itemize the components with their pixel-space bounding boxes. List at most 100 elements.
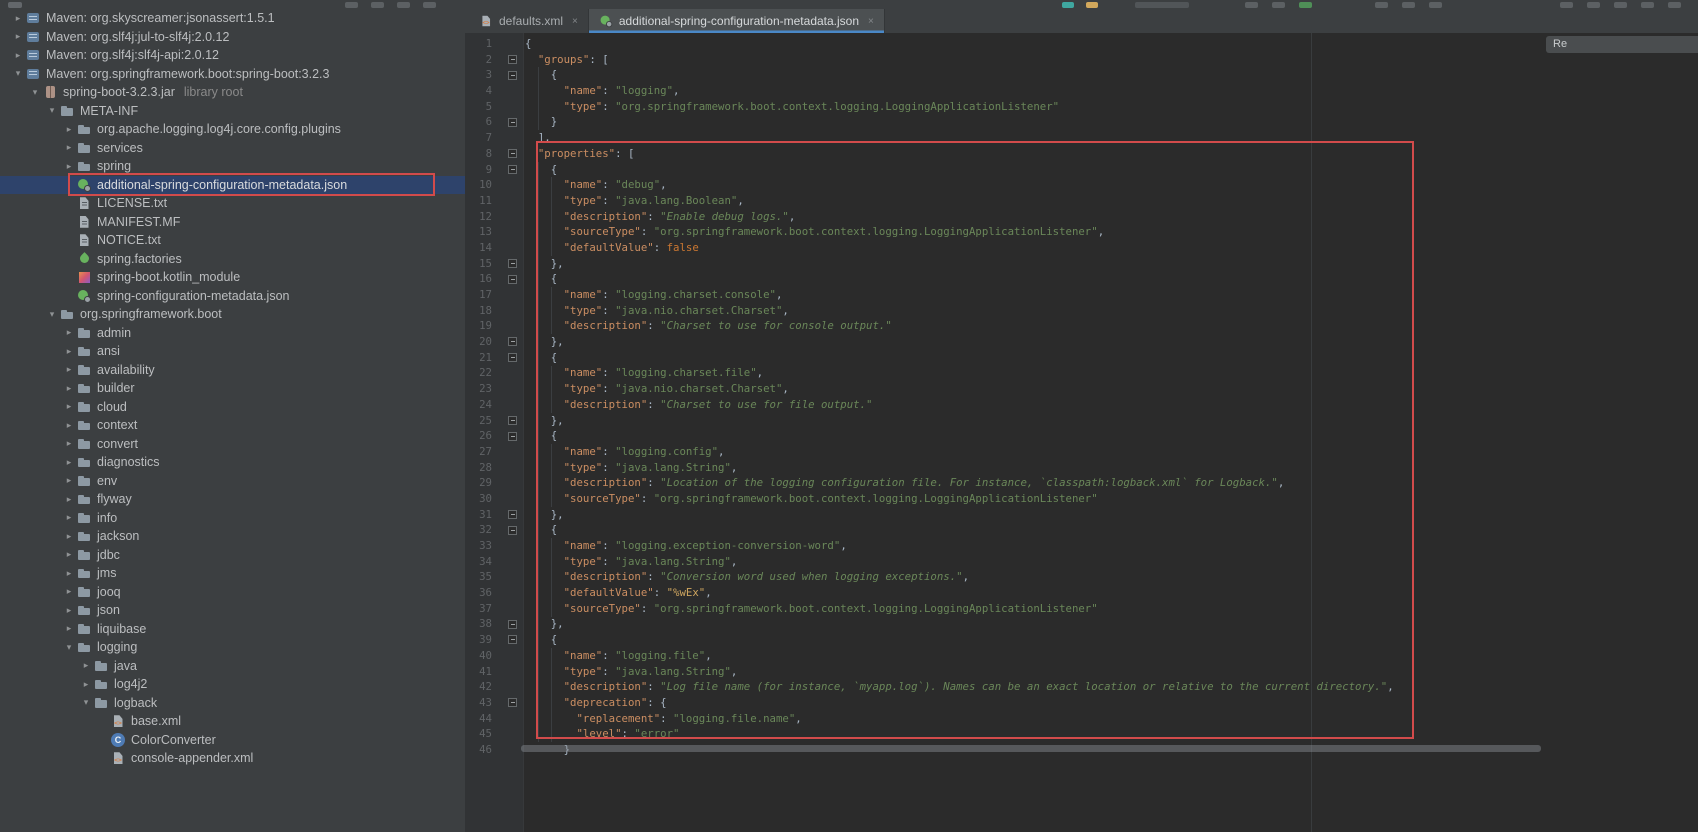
- code-line[interactable]: {: [525, 67, 1394, 83]
- fold-marker-icon[interactable]: [508, 509, 517, 519]
- toolbar-icon-fragment[interactable]: [1402, 2, 1415, 8]
- tree-item[interactable]: ▸ jdbc: [0, 546, 465, 565]
- chevron-down-icon[interactable]: ▾: [61, 642, 77, 653]
- chevron-right-icon[interactable]: ▸: [61, 142, 77, 153]
- fold-marker-icon[interactable]: [508, 55, 517, 65]
- code-line[interactable]: "name": "logging.exception-conversion-wo…: [525, 538, 1394, 554]
- code-line[interactable]: "description": "Charset to use for file …: [525, 397, 1394, 413]
- chevron-right-icon[interactable]: ▸: [61, 401, 77, 412]
- toolbar-icon-fragment[interactable]: [1560, 2, 1573, 8]
- chevron-right-icon[interactable]: ▸: [61, 383, 77, 394]
- tree-item[interactable]: spring-boot.kotlin_module: [0, 268, 465, 287]
- tree-item[interactable]: ▸ jackson: [0, 527, 465, 546]
- code-line[interactable]: "sourceType": "org.springframework.boot.…: [525, 224, 1394, 240]
- toolbar-icon-fragment[interactable]: [8, 2, 22, 8]
- toolbar-icon-fragment[interactable]: [1062, 2, 1074, 8]
- code-line[interactable]: "sourceType": "org.springframework.boot.…: [525, 601, 1394, 617]
- tree-item[interactable]: ▸ flyway: [0, 490, 465, 509]
- tree-item[interactable]: spring-configuration-metadata.json: [0, 287, 465, 306]
- tree-item[interactable]: ▸ admin: [0, 324, 465, 343]
- toolbar-icon-fragment[interactable]: [1668, 2, 1681, 8]
- code-line[interactable]: "groups": [: [525, 52, 1394, 68]
- chevron-right-icon[interactable]: ▸: [61, 124, 77, 135]
- tree-item[interactable]: ▾ META-INF: [0, 102, 465, 121]
- tree-item[interactable]: ▸ Maven: org.slf4j:jul-to-slf4j:2.0.12: [0, 28, 465, 47]
- tree-item[interactable]: ▸ Maven: org.slf4j:slf4j-api:2.0.12: [0, 46, 465, 65]
- chevron-right-icon[interactable]: ▸: [61, 346, 77, 357]
- tree-item[interactable]: ▾ logback: [0, 694, 465, 713]
- tree-item[interactable]: additional-spring-configuration-metadata…: [0, 175, 465, 194]
- chevron-right-icon[interactable]: ▸: [61, 457, 77, 468]
- code-line[interactable]: {: [525, 271, 1394, 287]
- tree-item[interactable]: ▸ jooq: [0, 583, 465, 602]
- code-line[interactable]: "level": "error": [525, 726, 1394, 742]
- code-line[interactable]: "name": "logging",: [525, 83, 1394, 99]
- toolbar-icon-fragment[interactable]: [1245, 2, 1258, 8]
- tree-item[interactable]: ▸ spring: [0, 157, 465, 176]
- tree-item[interactable]: ▾ org.springframework.boot: [0, 305, 465, 324]
- toolbar-icon-fragment[interactable]: [1135, 2, 1189, 8]
- code-line[interactable]: "name": "logging.config",: [525, 444, 1394, 460]
- code-line[interactable]: "type": "java.nio.charset.Charset",: [525, 381, 1394, 397]
- chevron-right-icon[interactable]: ▸: [61, 586, 77, 597]
- tree-item[interactable]: ▸ log4j2: [0, 675, 465, 694]
- tree-item[interactable]: ▸ json: [0, 601, 465, 620]
- code-line[interactable]: "defaultValue": "%wEx",: [525, 585, 1394, 601]
- code-line[interactable]: "type": "org.springframework.boot.contex…: [525, 99, 1394, 115]
- code-line[interactable]: "type": "java.lang.String",: [525, 664, 1394, 680]
- chevron-right-icon[interactable]: ▸: [10, 50, 26, 61]
- close-icon[interactable]: ×: [868, 16, 874, 27]
- tree-item[interactable]: ▾ Maven: org.springframework.boot:spring-…: [0, 65, 465, 84]
- code-line[interactable]: "replacement": "logging.file.name",: [525, 711, 1394, 727]
- code-line[interactable]: },: [525, 256, 1394, 272]
- toolbar-icon-fragment[interactable]: [1614, 2, 1627, 8]
- chevron-right-icon[interactable]: ▸: [61, 623, 77, 634]
- chevron-right-icon[interactable]: ▸: [61, 438, 77, 449]
- code-line[interactable]: {: [525, 162, 1394, 178]
- fold-marker-icon[interactable]: [508, 525, 517, 535]
- chevron-down-icon[interactable]: ▾: [27, 87, 43, 98]
- toolbar-icon-fragment[interactable]: [1375, 2, 1388, 8]
- chevron-right-icon[interactable]: ▸: [10, 13, 26, 24]
- tree-item[interactable]: LICENSE.txt: [0, 194, 465, 213]
- toolbar-icon-fragment[interactable]: [345, 2, 358, 8]
- toolbar-icon-fragment[interactable]: [1086, 2, 1098, 8]
- code-line[interactable]: "type": "java.lang.String",: [525, 554, 1394, 570]
- fold-marker-icon[interactable]: [508, 274, 517, 284]
- fold-marker-icon[interactable]: [508, 619, 517, 629]
- fold-marker-icon[interactable]: [508, 117, 517, 127]
- tree-item[interactable]: ▸ diagnostics: [0, 453, 465, 472]
- fold-marker-icon[interactable]: [508, 431, 517, 441]
- tree-item[interactable]: ▾ logging: [0, 638, 465, 657]
- code-line[interactable]: {: [525, 350, 1394, 366]
- tree-item[interactable]: ▸ env: [0, 472, 465, 491]
- horizontal-scrollbar[interactable]: [521, 745, 1541, 752]
- chevron-right-icon[interactable]: ▸: [61, 327, 77, 338]
- tree-item[interactable]: ▸ cloud: [0, 398, 465, 417]
- code-line[interactable]: "type": "java.nio.charset.Charset",: [525, 303, 1394, 319]
- chevron-right-icon[interactable]: ▸: [61, 420, 77, 431]
- toolbar-icon-fragment[interactable]: [423, 2, 436, 8]
- toolbar-icon-fragment[interactable]: [1272, 2, 1285, 8]
- chevron-right-icon[interactable]: ▸: [61, 475, 77, 486]
- editor-tab[interactable]: additional-spring-configuration-metadata…: [588, 9, 885, 33]
- chevron-down-icon[interactable]: ▾: [10, 68, 26, 79]
- tree-item[interactable]: ▸ ansi: [0, 342, 465, 361]
- code-line[interactable]: ],: [525, 130, 1394, 146]
- fold-marker-icon[interactable]: [508, 70, 517, 80]
- tree-item[interactable]: ▸ org.apache.logging.log4j.core.config.pl…: [0, 120, 465, 139]
- code-line[interactable]: "description": "Conversion word used whe…: [525, 569, 1394, 585]
- code-line[interactable]: "type": "java.lang.String",: [525, 460, 1394, 476]
- tree-item[interactable]: ▸ services: [0, 139, 465, 158]
- tree-item[interactable]: ▸ context: [0, 416, 465, 435]
- tree-item[interactable]: base.xml: [0, 712, 465, 731]
- toolbar-icon-fragment[interactable]: [1587, 2, 1600, 8]
- chevron-down-icon[interactable]: ▾: [78, 697, 94, 708]
- fold-marker-icon[interactable]: [508, 353, 517, 363]
- code-line[interactable]: {: [525, 428, 1394, 444]
- chevron-right-icon[interactable]: ▸: [61, 605, 77, 616]
- tree-item[interactable]: spring.factories: [0, 250, 465, 269]
- code-line[interactable]: "description": "Enable debug logs.",: [525, 209, 1394, 225]
- chevron-right-icon[interactable]: ▸: [10, 31, 26, 42]
- overlay-button[interactable]: Re: [1546, 36, 1698, 53]
